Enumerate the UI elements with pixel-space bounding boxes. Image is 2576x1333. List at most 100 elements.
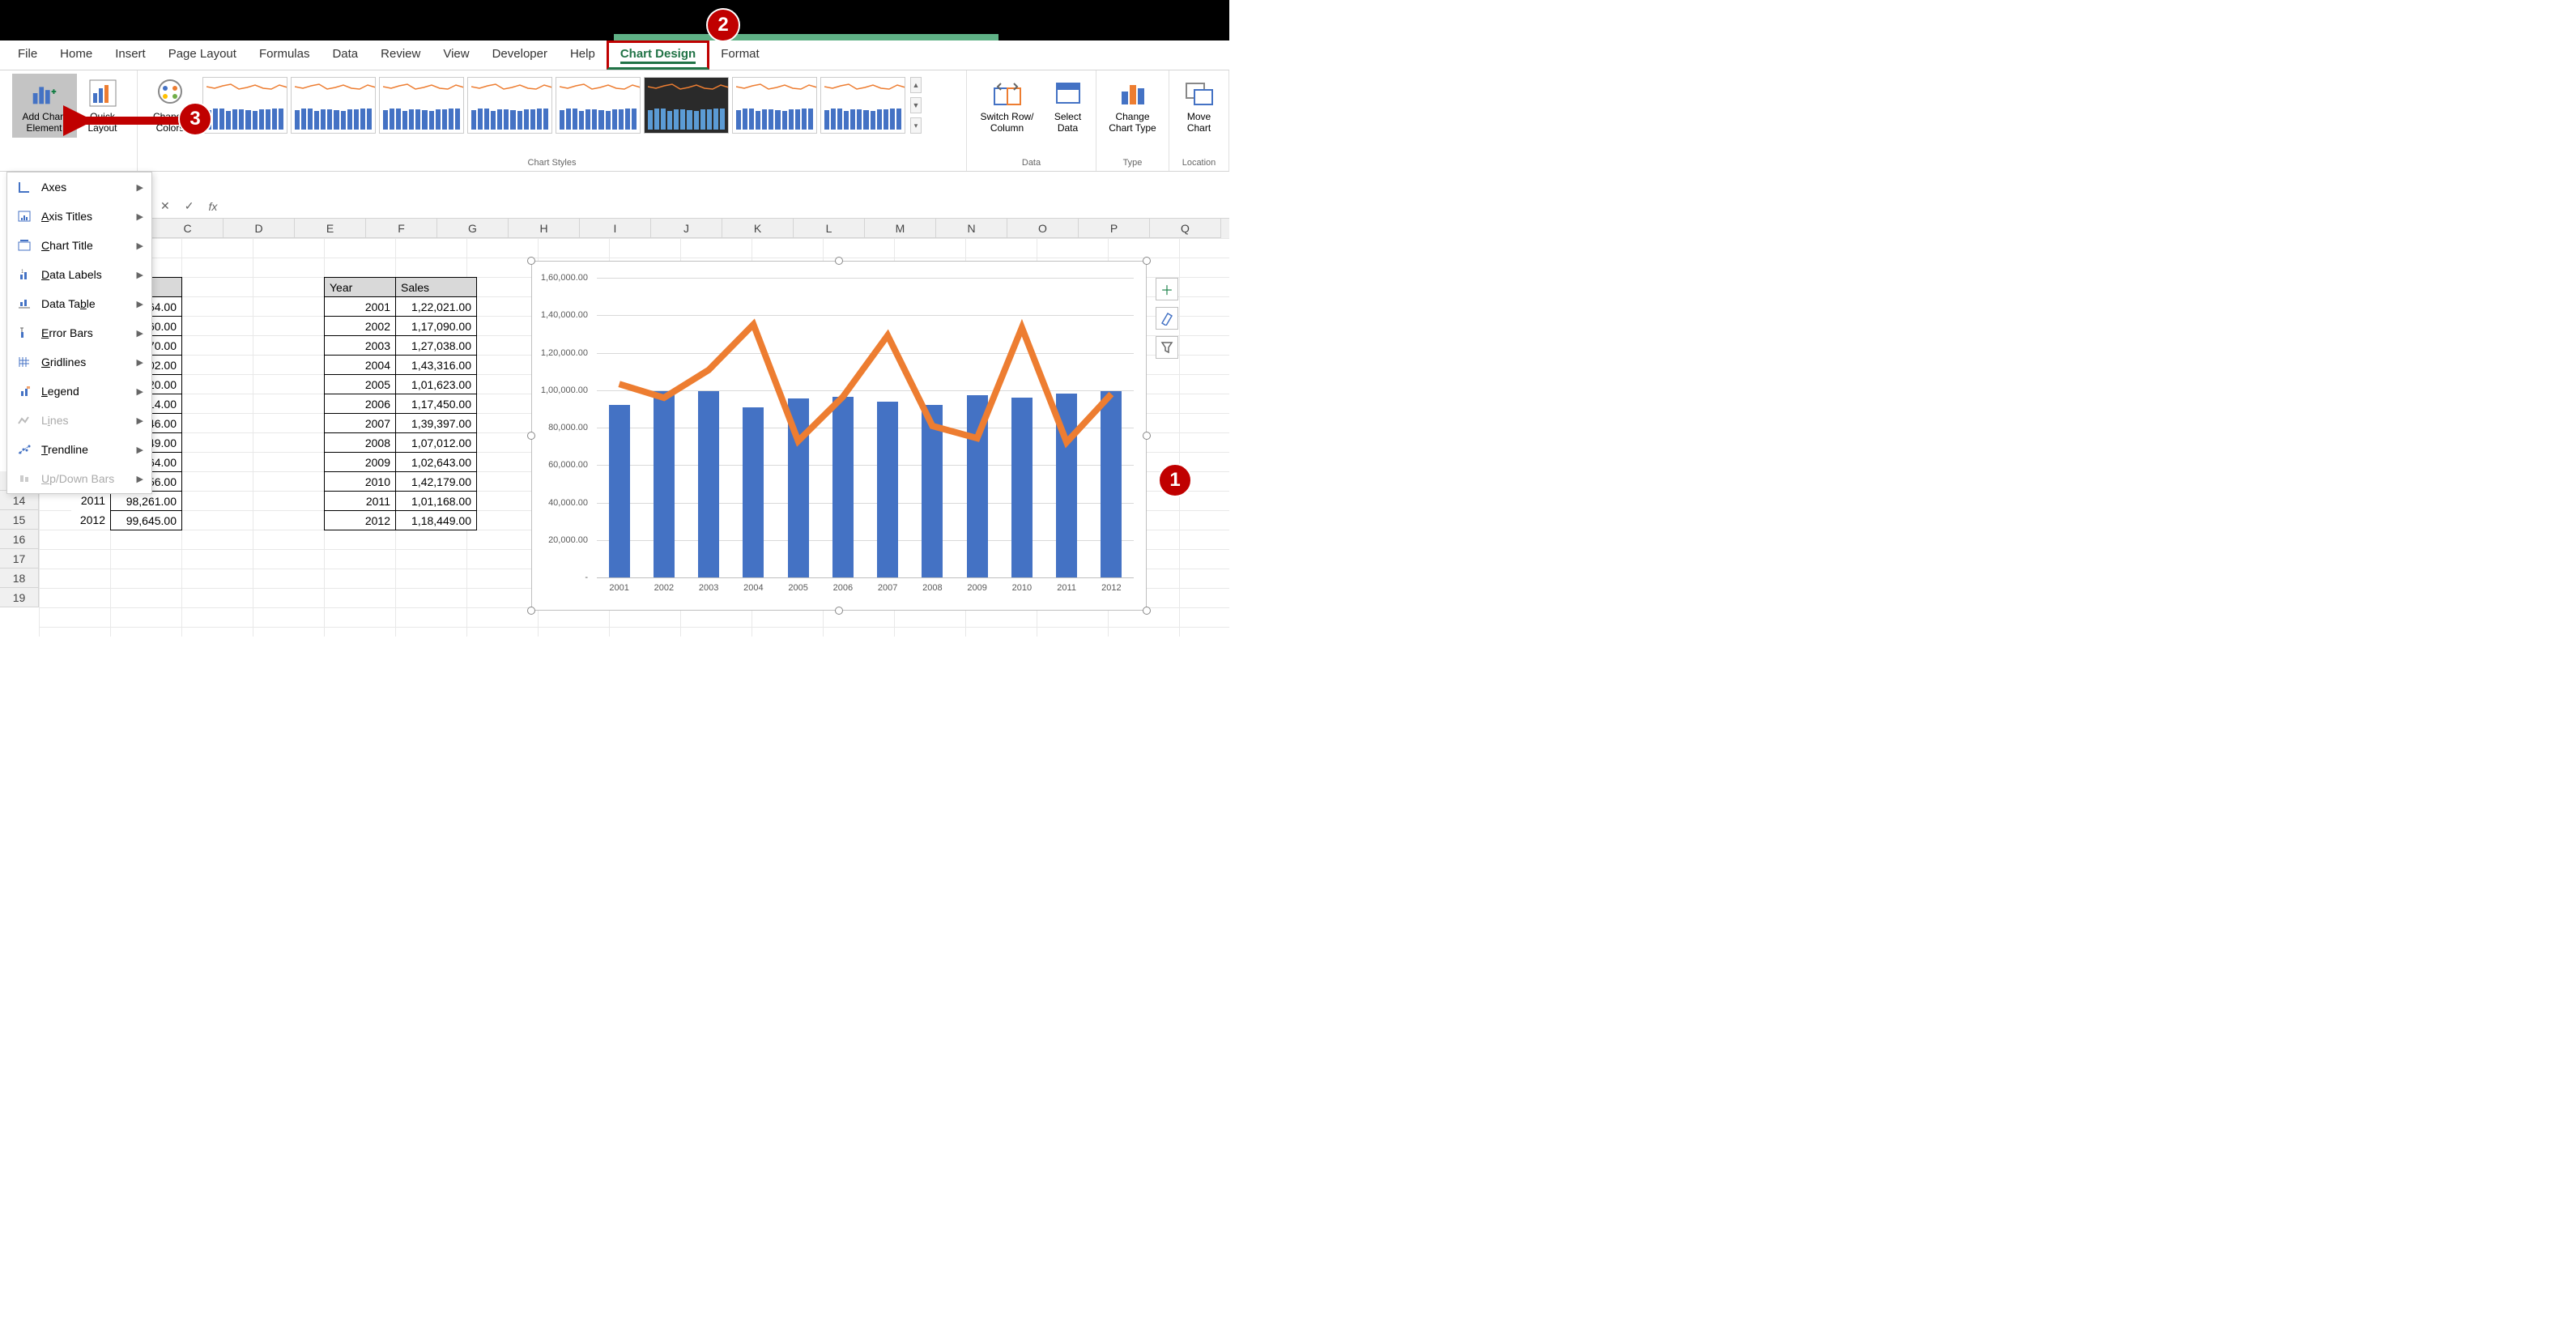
tab-help[interactable]: Help bbox=[559, 40, 607, 70]
cell[interactable]: 99,645.00 bbox=[111, 511, 182, 530]
chart-styles-button[interactable] bbox=[1156, 307, 1178, 330]
chart-style-3[interactable] bbox=[379, 77, 464, 134]
axis-titles-icon bbox=[15, 209, 33, 224]
tab-format[interactable]: Format bbox=[709, 40, 771, 70]
menu-axis-titles[interactable]: Axis Titles▶ bbox=[7, 202, 151, 231]
data-table-icon bbox=[15, 296, 33, 311]
row-header-17[interactable]: 17 bbox=[0, 549, 39, 569]
menu-gridlines[interactable]: Gridlines▶ bbox=[7, 347, 151, 377]
move-chart-button[interactable]: Move Chart bbox=[1175, 74, 1224, 138]
chart-styles-gallery: ▲ ▼ ▾ bbox=[199, 74, 926, 140]
menu-error-bars[interactable]: Error Bars▶ bbox=[7, 318, 151, 347]
chart-style-5[interactable] bbox=[556, 77, 641, 134]
row-header-15[interactable]: 15 bbox=[0, 510, 39, 530]
x-axis: 2001200220032004200520062007200820092010… bbox=[597, 579, 1134, 610]
resize-handle[interactable] bbox=[1143, 432, 1151, 440]
chart-style-7[interactable] bbox=[732, 77, 817, 134]
submenu-arrow-icon: ▶ bbox=[137, 445, 143, 455]
tab-home[interactable]: Home bbox=[49, 40, 104, 70]
switch-row-column-button[interactable]: Switch Row/ Column bbox=[973, 74, 1042, 138]
resize-handle[interactable] bbox=[527, 607, 535, 615]
tab-page-layout[interactable]: Page Layout bbox=[157, 40, 248, 70]
chart-filters-button[interactable] bbox=[1156, 336, 1178, 359]
chart-style-4[interactable] bbox=[467, 77, 552, 134]
style-scroll-more[interactable]: ▾ bbox=[910, 117, 922, 134]
resize-handle[interactable] bbox=[835, 257, 843, 265]
row-header-19[interactable]: 19 bbox=[0, 588, 39, 607]
x-tick: 2003 bbox=[687, 579, 731, 610]
chart-object[interactable]: - 20,000.00 40,000.00 60,000.00 80,000.0… bbox=[531, 261, 1147, 611]
col-header-E[interactable]: E bbox=[295, 219, 366, 238]
chart-floating-buttons: ＋ bbox=[1156, 278, 1178, 359]
col-header-F[interactable]: F bbox=[366, 219, 437, 238]
col-header-H[interactable]: H bbox=[509, 219, 580, 238]
year-header: Year bbox=[325, 278, 396, 297]
col-header-O[interactable]: O bbox=[1007, 219, 1079, 238]
col-header-P[interactable]: P bbox=[1079, 219, 1150, 238]
change-chart-type-button[interactable]: Change Chart Type bbox=[1101, 74, 1165, 138]
tab-formulas[interactable]: Formulas bbox=[248, 40, 321, 70]
line-series[interactable] bbox=[597, 278, 1134, 726]
spreadsheet-grid[interactable]: Profit 92,164.00 99,560.00 99,470.00 90,… bbox=[39, 238, 1229, 637]
menu-legend[interactable]: Legend▶ bbox=[7, 377, 151, 406]
menu-data-table[interactable]: Data Table▶ bbox=[7, 289, 151, 318]
col-header-J[interactable]: J bbox=[651, 219, 722, 238]
formula-cancel[interactable]: ✕ bbox=[157, 199, 173, 213]
col-header-N[interactable]: N bbox=[936, 219, 1007, 238]
formula-input[interactable] bbox=[228, 198, 1224, 215]
menu-lines: Lines▶ bbox=[7, 406, 151, 435]
visible-years[interactable]: 2011 2012 bbox=[71, 491, 110, 530]
col-header-K[interactable]: K bbox=[722, 219, 794, 238]
chart-style-2[interactable] bbox=[291, 77, 376, 134]
resize-handle[interactable] bbox=[1143, 607, 1151, 615]
fx-label[interactable]: fx bbox=[205, 200, 220, 213]
style-scroll-up[interactable]: ▲ bbox=[910, 77, 922, 93]
sales-table[interactable]: YearSales 20011,22,021.00 20021,17,090.0… bbox=[324, 277, 477, 530]
col-header-D[interactable]: D bbox=[224, 219, 295, 238]
data-labels-icon: 1 bbox=[15, 267, 33, 282]
resize-handle[interactable] bbox=[1143, 257, 1151, 265]
tab-data[interactable]: Data bbox=[321, 40, 369, 70]
col-header-M[interactable]: M bbox=[865, 219, 936, 238]
type-group-label: Type bbox=[1123, 156, 1143, 169]
chart-style-6[interactable] bbox=[644, 77, 729, 134]
formula-accept[interactable]: ✓ bbox=[181, 199, 198, 213]
legend-icon bbox=[15, 384, 33, 398]
chart-style-1[interactable] bbox=[202, 77, 287, 134]
tab-chart-design[interactable]: Chart Design bbox=[607, 40, 709, 70]
axes-icon bbox=[15, 180, 33, 194]
add-chart-element-menu: Axes▶ Axis Titles▶ Chart Title▶ 1Data La… bbox=[6, 172, 152, 494]
tab-view[interactable]: View bbox=[432, 40, 480, 70]
tab-developer[interactable]: Developer bbox=[481, 40, 559, 70]
row-header-16[interactable]: 16 bbox=[0, 530, 39, 549]
chart-plot-area[interactable] bbox=[597, 278, 1134, 577]
tab-insert[interactable]: Insert bbox=[104, 40, 157, 70]
submenu-arrow-icon: ▶ bbox=[137, 328, 143, 339]
resize-handle[interactable] bbox=[527, 257, 535, 265]
menu-data-labels[interactable]: 1Data Labels▶ bbox=[7, 260, 151, 289]
chart-layouts-group-label bbox=[67, 156, 70, 169]
submenu-arrow-icon: ▶ bbox=[137, 474, 143, 484]
menu-axes[interactable]: Axes▶ bbox=[7, 172, 151, 202]
row-header-18[interactable]: 18 bbox=[0, 569, 39, 588]
col-header-Q[interactable]: Q bbox=[1150, 219, 1221, 238]
submenu-arrow-icon: ▶ bbox=[137, 386, 143, 397]
menu-trendline[interactable]: Trendline▶ bbox=[7, 435, 151, 464]
tab-review[interactable]: Review bbox=[369, 40, 432, 70]
col-header-G[interactable]: G bbox=[437, 219, 509, 238]
chart-style-8[interactable] bbox=[820, 77, 905, 134]
col-header-C[interactable]: C bbox=[152, 219, 224, 238]
col-header-I[interactable]: I bbox=[580, 219, 651, 238]
menu-up-down-bars: Up/Down Bars▶ bbox=[7, 464, 151, 493]
tab-file[interactable]: File bbox=[6, 40, 49, 70]
submenu-arrow-icon: ▶ bbox=[137, 357, 143, 368]
cell[interactable]: 98,261.00 bbox=[111, 492, 182, 511]
chart-elements-button[interactable]: ＋ bbox=[1156, 278, 1178, 300]
menu-chart-title[interactable]: Chart Title▶ bbox=[7, 231, 151, 260]
gridlines-icon bbox=[15, 355, 33, 369]
col-header-L[interactable]: L bbox=[794, 219, 865, 238]
style-scroll-down[interactable]: ▼ bbox=[910, 97, 922, 113]
submenu-arrow-icon: ▶ bbox=[137, 299, 143, 309]
select-data-button[interactable]: Select Data bbox=[1045, 74, 1091, 138]
move-chart-label: Move Chart bbox=[1187, 111, 1211, 134]
